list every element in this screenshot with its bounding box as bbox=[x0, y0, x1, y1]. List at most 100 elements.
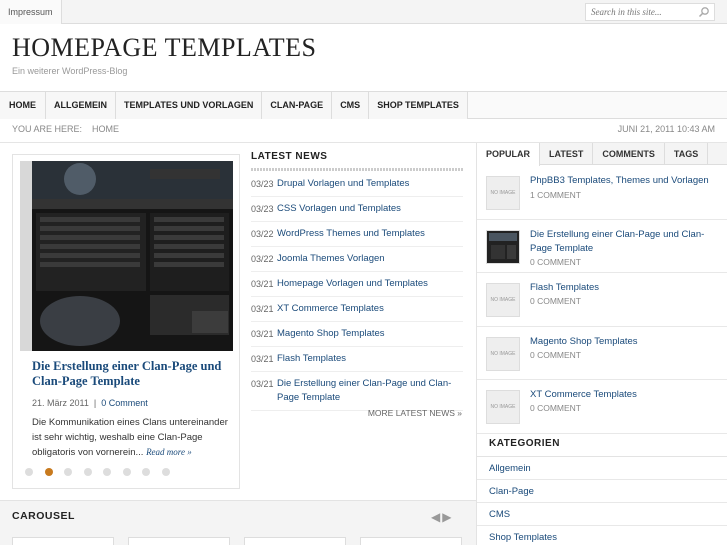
featured-image[interactable] bbox=[20, 161, 233, 351]
list-item[interactable]: 03/22 Joomla Themes Vorlagen bbox=[251, 247, 463, 272]
list-item[interactable]: NO IMAGE Magento Shop Templates 0 COMMEN… bbox=[477, 327, 727, 380]
news-title[interactable]: Drupal Vorlagen und Templates bbox=[277, 178, 409, 189]
tab-popular[interactable]: POPULAR bbox=[477, 143, 541, 166]
list-item[interactable]: Die Erstellung einer Clan-Page und Clan-… bbox=[477, 220, 727, 273]
category-allgemein[interactable]: Allgemein bbox=[477, 457, 727, 480]
popular-title[interactable]: Flash Templates bbox=[530, 281, 720, 295]
carousel-item[interactable] bbox=[128, 537, 230, 545]
no-image-thumbnail[interactable]: NO IMAGE bbox=[486, 176, 520, 210]
news-date: 03/21 bbox=[251, 329, 274, 339]
image-edge bbox=[20, 161, 32, 351]
news-title[interactable]: Die Erstellung einer Clan-Page und Clan-… bbox=[277, 378, 451, 403]
tab-latest[interactable]: LATEST bbox=[540, 143, 594, 165]
popular-title[interactable]: Magento Shop Templates bbox=[530, 335, 720, 349]
popular-title[interactable]: Die Erstellung einer Clan-Page und Clan-… bbox=[530, 228, 720, 256]
arrow-left-icon[interactable]: ◀ bbox=[431, 510, 442, 524]
popular-comments[interactable]: 0 COMMENT bbox=[530, 350, 581, 360]
nav-home[interactable]: HOME bbox=[0, 92, 46, 119]
list-item[interactable]: 03/22 WordPress Themes und Templates bbox=[251, 222, 463, 247]
tab-comments[interactable]: COMMENTS bbox=[593, 143, 665, 165]
list-item[interactable]: 03/21 Flash Templates bbox=[251, 347, 463, 372]
latest-news-list: 03/23 Drupal Vorlagen und Templates 03/23… bbox=[251, 172, 463, 411]
clan-template-preview bbox=[32, 161, 233, 351]
popular-title[interactable]: PhpBB3 Templates, Themes und Vorlagen bbox=[530, 174, 720, 188]
popular-comments[interactable]: 0 COMMENT bbox=[530, 403, 581, 413]
slider-dot[interactable] bbox=[161, 468, 170, 476]
impressum-link[interactable]: Impressum bbox=[0, 0, 62, 24]
popular-comments[interactable]: 1 COMMENT bbox=[530, 190, 581, 200]
popular-comments[interactable]: 0 COMMENT bbox=[530, 257, 581, 267]
kategorien-heading: KATEGORIEN bbox=[489, 438, 560, 449]
post-thumbnail[interactable] bbox=[486, 229, 520, 264]
featured-comments[interactable]: 0 Comment bbox=[101, 398, 148, 408]
news-date: 03/21 bbox=[251, 304, 274, 314]
list-item[interactable]: 03/21 XT Commerce Templates bbox=[251, 297, 463, 322]
heading-rule bbox=[251, 168, 463, 171]
category-clan-page[interactable]: Clan-Page bbox=[477, 480, 727, 503]
slider-dot[interactable] bbox=[103, 468, 111, 476]
news-title[interactable]: Magento Shop Templates bbox=[277, 328, 385, 339]
list-item[interactable]: NO IMAGE PhpBB3 Templates, Themes und Vo… bbox=[477, 166, 727, 220]
no-image-thumbnail[interactable]: NO IMAGE bbox=[486, 390, 520, 424]
news-title[interactable]: XT Commerce Templates bbox=[277, 303, 384, 314]
carousel-item[interactable] bbox=[360, 537, 462, 545]
popular-comments[interactable]: 0 COMMENT bbox=[530, 296, 581, 306]
news-title[interactable]: WordPress Themes und Templates bbox=[277, 228, 425, 239]
category-shop-templates[interactable]: Shop Templates bbox=[477, 526, 727, 545]
popular-title[interactable]: XT Commerce Templates bbox=[530, 388, 720, 402]
no-image-thumbnail[interactable]: NO IMAGE bbox=[486, 336, 520, 371]
tab-tags[interactable]: TAGS bbox=[665, 143, 709, 165]
breadcrumb: YOU ARE HERE: HOME bbox=[12, 124, 129, 134]
featured-date: 21. März 2011 bbox=[32, 398, 89, 408]
no-image-thumbnail[interactable]: NO IMAGE bbox=[486, 283, 520, 317]
carousel-item[interactable] bbox=[244, 537, 346, 545]
search-input[interactable] bbox=[586, 4, 696, 20]
news-title[interactable]: CSS Vorlagen und Templates bbox=[277, 203, 401, 214]
slider-pager bbox=[25, 468, 181, 476]
list-item[interactable]: 03/21 Homepage Vorlagen und Templates bbox=[251, 272, 463, 297]
nav-cms[interactable]: CMS bbox=[332, 92, 370, 119]
list-item[interactable]: 03/23 Drupal Vorlagen und Templates bbox=[251, 172, 463, 197]
site-title[interactable]: HOMEPAGE TEMPLATES bbox=[12, 33, 316, 63]
news-title[interactable]: Homepage Vorlagen und Templates bbox=[277, 278, 428, 289]
carousel-item[interactable] bbox=[12, 537, 114, 545]
list-item[interactable]: 03/23 CSS Vorlagen und Templates bbox=[251, 197, 463, 222]
slider-dot[interactable] bbox=[142, 468, 150, 476]
slider-dot[interactable] bbox=[83, 468, 92, 476]
breadcrumb-home[interactable]: HOME bbox=[92, 124, 119, 134]
news-date: 03/23 bbox=[251, 204, 274, 214]
carousel-heading: CAROUSEL bbox=[12, 510, 75, 522]
news-date: 03/21 bbox=[251, 279, 274, 289]
search-icon[interactable] bbox=[697, 6, 711, 18]
nav-shop-templates[interactable]: SHOP TEMPLATES bbox=[369, 92, 468, 119]
site-tagline: Ein weiterer WordPress-Blog bbox=[12, 66, 128, 76]
featured-excerpt: Die Kommunikation eines Clans untereinan… bbox=[32, 415, 237, 460]
read-more-link[interactable]: Read more » bbox=[146, 447, 192, 457]
slider-dot[interactable] bbox=[64, 468, 72, 476]
slider-dot[interactable] bbox=[122, 468, 131, 476]
featured-slider: Die Erstellung einer Clan-Page und Clan-… bbox=[12, 154, 240, 489]
news-date: 03/21 bbox=[251, 379, 274, 389]
list-item[interactable]: 03/21 Die Erstellung einer Clan-Page und … bbox=[251, 372, 463, 411]
slider-dot[interactable] bbox=[25, 468, 33, 476]
featured-title[interactable]: Die Erstellung einer Clan-Page und Clan-… bbox=[32, 359, 232, 389]
search-box bbox=[585, 3, 715, 21]
list-item[interactable]: 03/21 Magento Shop Templates bbox=[251, 322, 463, 347]
more-latest-news-link[interactable]: MORE LATEST NEWS » bbox=[368, 408, 462, 418]
news-date: 03/23 bbox=[251, 179, 274, 189]
news-title[interactable]: Flash Templates bbox=[277, 353, 346, 364]
popular-list: NO IMAGE PhpBB3 Templates, Themes und Vo… bbox=[477, 166, 727, 434]
news-title[interactable]: Joomla Themes Vorlagen bbox=[277, 253, 385, 264]
arrow-right-icon[interactable]: ▶ bbox=[442, 510, 453, 524]
list-item[interactable]: NO IMAGE XT Commerce Templates 0 COMMENT bbox=[477, 380, 727, 434]
nav-clan-page[interactable]: CLAN-PAGE bbox=[262, 92, 333, 119]
slider-dot-active[interactable] bbox=[44, 468, 53, 476]
news-date: 03/22 bbox=[251, 229, 274, 239]
category-cms[interactable]: CMS bbox=[477, 503, 727, 526]
nav-allgemein[interactable]: ALLGEMEIN bbox=[46, 92, 116, 119]
kategorien-list: Allgemein Clan-Page CMS Shop Templates bbox=[477, 456, 727, 545]
list-item[interactable]: NO IMAGE Flash Templates 0 COMMENT bbox=[477, 273, 727, 327]
nav-templates-und-vorlagen[interactable]: TEMPLATES UND VORLAGEN bbox=[116, 92, 263, 119]
sidebar: POPULAR LATEST COMMENTS TAGS NO IMAGE Ph… bbox=[476, 143, 727, 545]
news-date: 03/21 bbox=[251, 354, 274, 364]
